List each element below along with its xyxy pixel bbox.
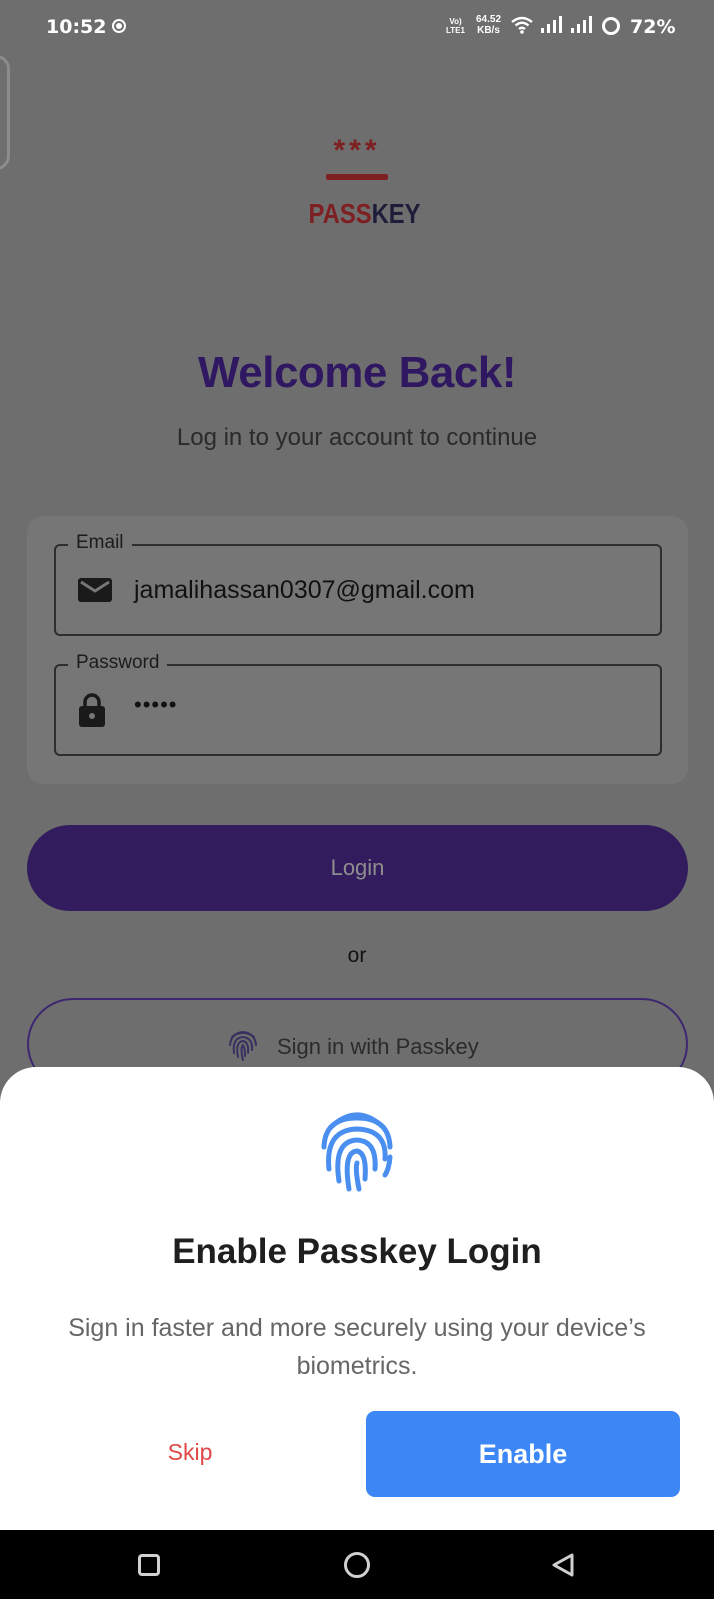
logo-text-key: KEY xyxy=(371,198,421,229)
status-time: 10:52 xyxy=(46,16,107,38)
edge-panel-handle[interactable] xyxy=(0,55,10,170)
enable-button[interactable]: Enable xyxy=(366,1411,680,1497)
system-nav-bar xyxy=(0,1530,714,1599)
signal-icon-2 xyxy=(571,16,592,33)
signal-icon xyxy=(541,16,562,33)
fingerprint-icon-large xyxy=(321,1112,393,1192)
back-icon[interactable] xyxy=(550,1552,576,1578)
password-value: ••••• xyxy=(134,692,178,717)
volte-line1: Vo) xyxy=(449,17,462,26)
lock-icon xyxy=(79,693,105,727)
login-button[interactable]: Login xyxy=(27,825,688,911)
battery-level: 72% xyxy=(630,16,676,38)
logo-stars: *** xyxy=(333,134,381,167)
recents-icon[interactable] xyxy=(138,1554,160,1576)
status-bar: 10:52 Vo) LTE1 64.52 KB/s 72% xyxy=(0,0,714,56)
page-subtitle: Log in to your account to continue xyxy=(176,424,538,451)
fingerprint-icon xyxy=(229,1031,257,1061)
email-label: Email xyxy=(68,532,132,554)
network-speed-unit: KB/s xyxy=(477,25,500,36)
email-field[interactable]: Email jamalihassan0307@gmail.com xyxy=(54,532,662,636)
app-logo: PASSKEY xyxy=(308,198,421,230)
network-speed: 64.52 KB/s xyxy=(476,14,501,36)
login-form-card: Email jamalihassan0307@gmail.com Passwor… xyxy=(27,516,688,784)
password-label: Password xyxy=(68,652,168,674)
passkey-button-label: Sign in with Passkey xyxy=(277,1034,479,1059)
home-icon[interactable] xyxy=(344,1552,370,1578)
page-title: Welcome Back! xyxy=(198,348,516,397)
sheet-description: Sign in faster and more securely using y… xyxy=(68,1314,646,1380)
logo-bar xyxy=(326,174,388,180)
battery-ring-icon xyxy=(602,17,620,35)
email-value: jamalihassan0307@gmail.com xyxy=(134,576,475,604)
skip-button[interactable]: Skip xyxy=(140,1439,240,1466)
sheet-title: Enable Passkey Login xyxy=(172,1232,542,1271)
enable-passkey-sheet: Enable Passkey Login Sign in faster and … xyxy=(0,1067,714,1530)
network-speed-value: 64.52 xyxy=(476,14,502,25)
volte-indicator: Vo) LTE1 xyxy=(446,17,465,35)
notification-icon xyxy=(112,19,126,33)
mail-icon xyxy=(78,578,112,602)
volte-line2: LTE1 xyxy=(446,26,465,35)
logo-text-pass: PASS xyxy=(308,198,372,229)
wifi-icon xyxy=(511,16,533,34)
or-divider-text: or xyxy=(347,944,367,967)
password-field[interactable]: Password ••••• xyxy=(54,652,662,756)
